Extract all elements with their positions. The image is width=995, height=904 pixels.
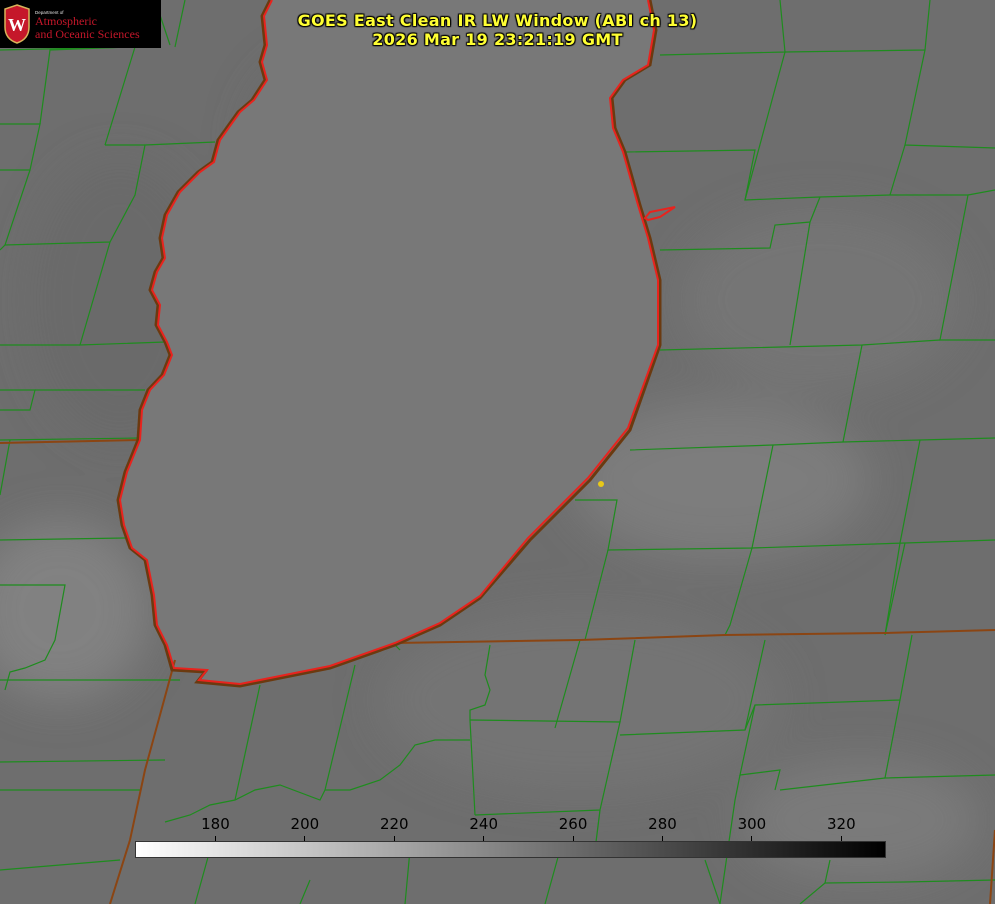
image-title: GOES East Clean IR LW Window (ABI ch 13) xyxy=(297,11,698,30)
colorbar-tick-label: 200 xyxy=(290,815,320,833)
colorbar-tick-mark xyxy=(661,836,663,841)
colorbar-tick-mark xyxy=(572,836,574,841)
station-marker xyxy=(598,481,604,487)
colorbar-tick-label: 280 xyxy=(648,815,677,833)
colorbar-tick-mark xyxy=(751,836,753,841)
colorbar-tick-label: 300 xyxy=(737,815,767,833)
colorbar-tick-label: 220 xyxy=(379,815,409,833)
image-timestamp: 2026 Mar 19 23:21:19 GMT xyxy=(372,30,623,49)
colorbar-tick-label: 320 xyxy=(826,815,856,833)
temperature-colorbar xyxy=(135,841,886,858)
colorbar-tick-mark xyxy=(214,836,216,841)
colorbar-tick-mark xyxy=(840,836,842,841)
colorbar-tick-label: 240 xyxy=(469,815,498,833)
colorbar-tick-label: 180 xyxy=(201,815,230,833)
colorbar-tick-mark xyxy=(483,836,485,841)
colorbar-tick-mark xyxy=(304,836,306,841)
map-canvas xyxy=(0,0,995,904)
satellite-map-view: W Department of Atmospheric and Oceanic … xyxy=(0,0,995,904)
colorbar-tick-label: 260 xyxy=(558,815,588,833)
colorbar-tick-mark xyxy=(393,836,395,841)
